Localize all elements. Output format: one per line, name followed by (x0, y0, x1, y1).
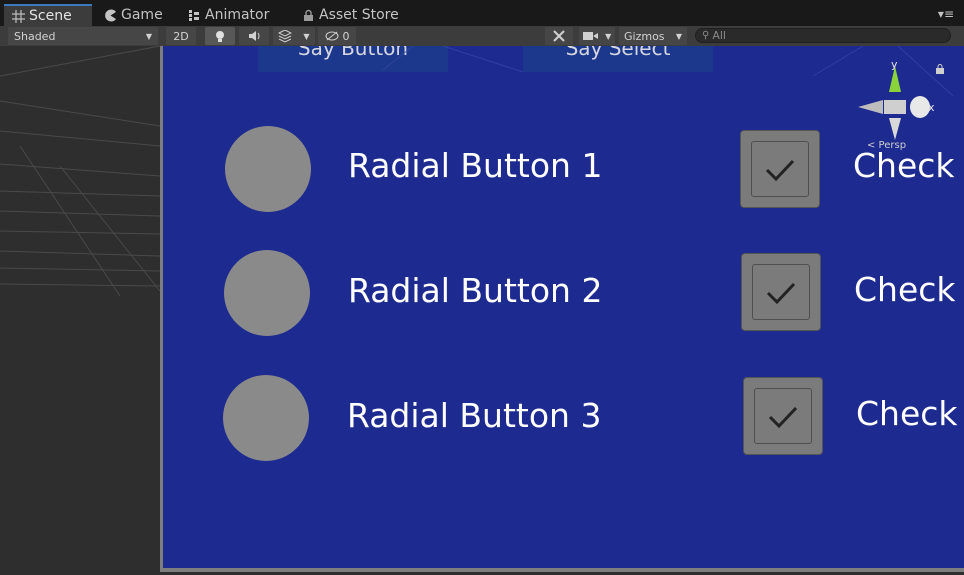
search-icon: ⚲ (702, 30, 710, 41)
tab-asset-store[interactable]: Asset Store (294, 4, 424, 26)
animator-icon (189, 9, 199, 21)
tab-label: Animator (205, 7, 270, 23)
gizmos-label: Gizmos (624, 29, 665, 43)
camera-dropdown[interactable]: ▼ (579, 27, 615, 45)
orientation-gizmo[interactable]: y x < Persp (855, 58, 935, 150)
gizmo-view-label[interactable]: < Persp (867, 140, 906, 150)
shading-mode-dropdown[interactable]: Shaded ▼ (8, 27, 158, 45)
negative-x-cone[interactable] (858, 100, 883, 114)
chevron-down-icon: ▼ (145, 31, 152, 41)
lighting-toggle-button[interactable] (205, 27, 235, 45)
chevron-down-icon: ▼ (675, 31, 682, 41)
checkmark-icon (766, 282, 796, 305)
window-menu-icon[interactable]: ▾≡ (938, 7, 954, 21)
lock-icon (304, 9, 313, 21)
tab-animator[interactable]: Animator (180, 4, 290, 26)
2d-toggle-button[interactable]: 2D (166, 27, 196, 45)
radial-button-3[interactable] (223, 375, 309, 461)
speaker-icon (248, 31, 259, 41)
hidden-count: 0 (342, 29, 350, 43)
tab-label: Asset Store (319, 7, 399, 23)
checkbox-label: Check (854, 270, 956, 309)
tab-label: Scene (29, 8, 72, 24)
camera-icon (582, 32, 598, 40)
eye-slash-icon (325, 31, 338, 41)
checkbox-3[interactable] (743, 377, 823, 455)
radial-button-label: Radial Button 2 (348, 271, 603, 310)
search-placeholder: All (712, 29, 726, 42)
scene-viewport[interactable]: Say Button Say Select Radial Button 1 Ra… (0, 46, 964, 575)
tab-game[interactable]: Game (96, 4, 176, 26)
lock-icon[interactable] (935, 64, 945, 74)
chevron-down-icon: ▼ (605, 31, 612, 41)
checkmark-icon (768, 406, 798, 429)
radial-button-1[interactable] (225, 126, 311, 212)
shading-label: Shaded (14, 29, 56, 43)
effects-icon (278, 29, 293, 43)
ui-canvas: Say Button Say Select Radial Button 1 Ra… (160, 46, 964, 572)
gizmo-center-cube[interactable] (884, 100, 906, 114)
checkbox-frame (754, 388, 812, 444)
checkmark-icon (765, 159, 795, 182)
radial-button-2[interactable] (224, 250, 310, 336)
gizmo-x-label: x (928, 101, 935, 114)
hidden-objects-toggle[interactable]: 0 (318, 27, 356, 45)
radial-button-label: Radial Button 1 (348, 146, 603, 185)
x-axis-cone[interactable] (910, 96, 930, 118)
scene-toolbar: Shaded ▼ 2D ▼ 0 ▼ Gizmos ▼ ⚲ All (0, 26, 964, 47)
search-input[interactable]: ⚲ All (695, 28, 951, 43)
grid-icon (12, 9, 25, 23)
tools-icon (553, 30, 565, 42)
checkbox-1[interactable] (740, 130, 820, 208)
chevron-down-icon: ▼ (303, 31, 310, 41)
checkbox-frame (752, 264, 810, 320)
2d-label: 2D (173, 29, 189, 43)
gizmos-dropdown[interactable]: Gizmos ▼ (619, 27, 687, 45)
checkbox-label: Check (853, 146, 955, 185)
negative-y-cone[interactable] (889, 118, 901, 140)
pacman-icon (105, 9, 116, 21)
audio-toggle-button[interactable] (239, 27, 269, 45)
checkbox-2[interactable] (741, 253, 821, 331)
tab-label: Game (121, 7, 163, 23)
tab-scene[interactable]: Scene (4, 4, 92, 26)
window-tab-bar: Scene Game Animator Asset Store ▾≡ (0, 0, 964, 26)
radial-button-label: Radial Button 3 (347, 396, 602, 435)
gizmo-y-label: y (891, 58, 898, 71)
checkbox-frame (751, 141, 809, 197)
checkbox-label: Check (856, 394, 958, 433)
lightbulb-icon (216, 30, 224, 42)
tools-button[interactable] (545, 27, 573, 45)
effects-dropdown[interactable]: ▼ (273, 27, 315, 45)
